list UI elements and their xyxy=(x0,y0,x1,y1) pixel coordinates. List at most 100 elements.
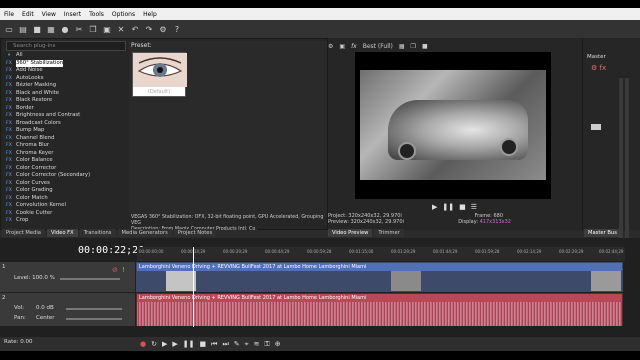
timeline-ruler[interactable]: 00:00:00;00 00:00:14;29 00:00:29;29 00:0… xyxy=(137,247,625,261)
plugin-item[interactable]: FX Color Corrector (Secondary) xyxy=(4,172,124,180)
pause-icon[interactable]: ❚❚ xyxy=(183,340,195,348)
menu-file[interactable]: File xyxy=(4,11,14,18)
copy-icon[interactable]: ❐ xyxy=(88,24,98,34)
menu-help[interactable]: Help xyxy=(143,11,157,18)
menu-options[interactable]: Options xyxy=(112,11,135,18)
solo-icon[interactable]: ! xyxy=(122,266,125,274)
master-fader[interactable] xyxy=(591,124,601,130)
menu-edit[interactable]: Edit xyxy=(22,11,34,18)
tab-trimmer[interactable]: Trimmer xyxy=(374,229,404,237)
plugin-item[interactable]: FX Broadcast Colors xyxy=(4,120,124,128)
loop-icon[interactable]: ↻ xyxy=(151,340,157,348)
stop-icon[interactable]: ■ xyxy=(200,340,207,348)
go-to-end-icon[interactable]: ⏭ xyxy=(222,340,228,349)
plugin-item[interactable]: FX Color Corrector xyxy=(4,165,124,173)
split-screen-icon[interactable]: ▣ xyxy=(339,43,345,50)
audio-clip-title[interactable]: Lamborghini Veneno Driving + REVVING Bul… xyxy=(137,294,622,302)
plugin-item[interactable]: FX Chroma Blur xyxy=(4,142,124,150)
edit-tool-icon[interactable]: ✎ xyxy=(234,340,240,348)
tab-media-generators[interactable]: Media Generators xyxy=(117,229,172,237)
fx-icon: FX xyxy=(6,158,12,163)
help-icon[interactable]: ? xyxy=(172,24,182,34)
undo-icon[interactable]: ↶ xyxy=(130,24,140,34)
plugin-item[interactable]: FX AutoLooks xyxy=(4,75,124,83)
list-icon[interactable]: ☰ xyxy=(471,203,477,211)
audio-track-header[interactable]: 2 Vol: 0.0 dB Pan: Center xyxy=(0,293,135,326)
menu-tools[interactable]: Tools xyxy=(89,11,104,18)
plugin-item[interactable]: FX Convolution Kernel xyxy=(4,202,124,210)
menu-view[interactable]: View xyxy=(42,11,56,18)
plugin-item[interactable]: FX Color Curves xyxy=(4,180,124,188)
copy-snapshot-icon[interactable]: ❐ xyxy=(411,43,416,50)
delete-icon[interactable]: ✕ xyxy=(116,24,126,34)
plugin-label: Color Match xyxy=(16,194,48,201)
play-icon[interactable]: ▶ xyxy=(172,340,177,348)
preview-quality-dropdown[interactable]: Best (Full) xyxy=(363,43,393,50)
plugin-item[interactable]: FX Brightness and Contrast xyxy=(4,112,124,120)
plugin-label: Chroma Keyer xyxy=(16,149,54,156)
tree-root[interactable]: ▾ All xyxy=(4,52,124,60)
pause-icon[interactable]: ❚❚ xyxy=(442,203,454,211)
pan-slider[interactable] xyxy=(66,318,122,320)
preview-value: 320x240x32, 29.970i xyxy=(350,219,404,225)
volume-slider[interactable] xyxy=(66,308,122,310)
open-folder-icon[interactable]: ▤ xyxy=(18,24,28,34)
properties-icon[interactable]: ▦ xyxy=(46,24,56,34)
plugin-item[interactable]: FX Black Restore xyxy=(4,97,124,105)
plugin-item[interactable]: FX 360° Stabilization xyxy=(4,59,124,67)
snap-icon[interactable]: ⌖ xyxy=(245,340,249,349)
auto-ripple-icon[interactable]: ≋ xyxy=(254,340,260,348)
menu-insert[interactable]: Insert xyxy=(64,11,81,18)
overlays-icon[interactable]: ▦ xyxy=(399,43,405,50)
settings-icon[interactable]: ⚙ xyxy=(158,24,168,34)
tab-video-preview[interactable]: Video Preview xyxy=(328,229,373,237)
search-input[interactable]: Search plug-ins xyxy=(6,41,126,51)
tab-video-fx[interactable]: Video FX xyxy=(46,229,78,237)
plugin-item[interactable]: FX Color Match xyxy=(4,195,124,203)
mute-icon[interactable]: ⊘ xyxy=(112,266,118,274)
plugin-item[interactable]: FX Color Balance xyxy=(4,157,124,165)
fx-icon[interactable]: fx xyxy=(351,43,357,50)
tab-project-notes[interactable]: Project Notes xyxy=(173,229,217,237)
go-to-start-icon[interactable]: ⏮ xyxy=(211,340,217,349)
timecode-display: 00:00:22;20 xyxy=(78,245,145,256)
plugin-item[interactable]: FX Black and White xyxy=(4,90,124,98)
playhead-cursor[interactable] xyxy=(193,247,194,327)
plugin-item[interactable]: FX Bézier Masking xyxy=(4,82,124,90)
plugin-item[interactable]: FX Crop xyxy=(4,217,124,225)
fx-icon: FX xyxy=(6,113,12,118)
ruler-label: 00:01:29;29 xyxy=(391,249,416,254)
play-icon[interactable]: ▶ xyxy=(432,203,437,211)
fx-icon: FX xyxy=(6,195,12,201)
save-icon[interactable]: ■ xyxy=(32,24,42,34)
plugin-item[interactable]: FX Bump Map xyxy=(4,127,124,135)
tab-master-bus[interactable]: Master Bus xyxy=(584,229,621,237)
play-from-start-icon[interactable]: ▶ xyxy=(162,340,167,348)
new-file-icon[interactable]: ▭ xyxy=(4,24,14,34)
gear-icon[interactable]: ⚙ xyxy=(328,43,333,50)
plugin-item[interactable]: FX Color Grading xyxy=(4,187,124,195)
preset-thumbnail[interactable]: (Default) xyxy=(132,52,187,97)
tab-transitions[interactable]: Transitions xyxy=(79,229,116,237)
redo-icon[interactable]: ↷ xyxy=(144,24,154,34)
level-slider[interactable] xyxy=(60,278,120,280)
video-track-header[interactable]: 1 Level: 100.0 % ⊘ ! xyxy=(0,262,135,292)
plugin-item[interactable]: FX Add Noise xyxy=(4,67,124,75)
paste-icon[interactable]: ▣ xyxy=(102,24,112,34)
plugin-item[interactable]: FX Chroma Keyer xyxy=(4,150,124,158)
tab-project-media[interactable]: Project Media xyxy=(2,229,45,237)
plugin-item[interactable]: FX Border xyxy=(4,105,124,113)
fx-icon: FX xyxy=(6,105,12,111)
save-snapshot-icon[interactable]: ■ xyxy=(422,43,428,50)
plugin-item[interactable]: FX Cookie Cutter xyxy=(4,210,124,218)
cut-icon[interactable]: ✂ xyxy=(74,24,84,34)
render-icon[interactable]: ● xyxy=(60,24,70,34)
zoom-icon[interactable]: ⊕ xyxy=(275,340,281,348)
plugin-item[interactable]: FX Channel Blend xyxy=(4,135,124,143)
record-icon[interactable]: ● xyxy=(140,340,146,348)
lock-envelopes-icon[interactable]: ⚿ xyxy=(264,340,269,349)
fx-chain-icon[interactable]: ⚙ fx xyxy=(591,64,606,72)
stop-icon[interactable]: ■ xyxy=(459,203,466,211)
plugin-label: Brightness and Contrast xyxy=(16,112,81,118)
video-clip-title[interactable]: Lamborghini Veneno Driving + REVVING Bul… xyxy=(137,263,622,271)
